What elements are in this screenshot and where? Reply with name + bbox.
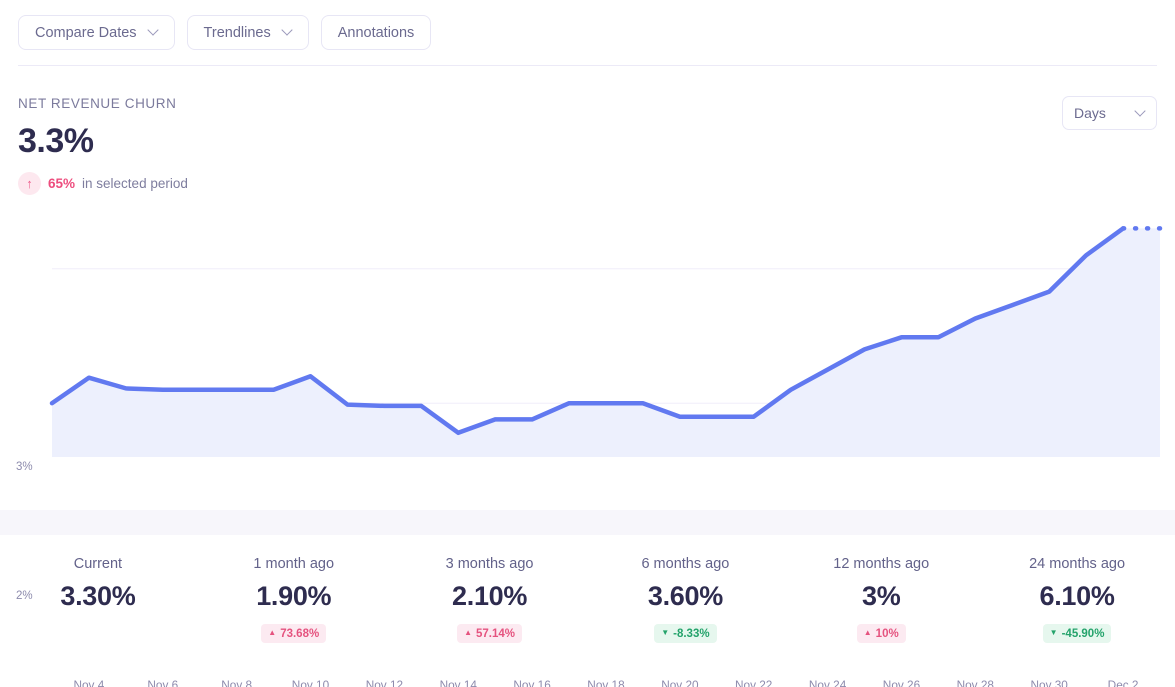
comparison-card-value: 6.10% — [1039, 581, 1115, 611]
comparison-card-label: 3 months ago — [445, 556, 534, 572]
x-axis-tick-label: Nov 6 — [147, 678, 179, 687]
x-axis-tick-label: Nov 24 — [808, 678, 847, 687]
comparison-card: 12 months ago 3% ▲ 10% — [783, 556, 979, 643]
x-axis-tick-label: Nov 30 — [1030, 678, 1068, 687]
metric-title: NET REVENUE CHURN — [18, 96, 177, 111]
metric-delta-period: in selected period — [82, 176, 188, 191]
comparison-card-badge: ▲ 10% — [856, 624, 906, 643]
comparison-card-label: 1 month ago — [253, 556, 335, 572]
x-axis-tick-label: Nov 20 — [661, 678, 699, 687]
x-axis-tick-label: Nov 22 — [734, 678, 773, 687]
comparison-card-label: 24 months ago — [1029, 556, 1126, 572]
chart-area-fill — [52, 228, 1160, 457]
annotations-label: Annotations — [337, 24, 415, 41]
comparison-card-badge-text: -8.33% — [673, 627, 710, 640]
comparison-card-badge: ▼ -45.90% — [1042, 624, 1112, 643]
comparison-card-badge: ▲ 57.14% — [457, 624, 523, 643]
trendlines-label: Trendlines — [203, 24, 271, 41]
x-axis-tick-label: Nov 8 — [221, 678, 253, 687]
metric-delta: ↑ 65% in selected period — [18, 172, 188, 195]
triangle-up-icon: ▲ — [464, 627, 473, 637]
x-axis-tick-label: Nov 12 — [365, 678, 404, 687]
triangle-down-icon: ▼ — [661, 627, 670, 637]
compare-dates-button[interactable]: Compare Dates — [18, 15, 175, 50]
comparison-card-badge-text: -45.90% — [1061, 627, 1105, 640]
x-axis-tick-label: Nov 14 — [439, 678, 477, 687]
comparison-card-badge-text: 73.68% — [280, 627, 320, 640]
comparison-card: Current 3.30% — [0, 556, 196, 643]
x-axis-tick-label: Dec 2 — [1107, 678, 1139, 687]
comparison-card: 3 months ago 2.10% ▲ 57.14% — [392, 556, 588, 643]
compare-dates-label: Compare Dates — [35, 24, 137, 41]
toolbar-divider — [18, 65, 1157, 66]
comparison-card-badge: ▼ -8.33% — [654, 624, 717, 643]
metric-detail-page: Compare Dates Trendlines Annotations NET… — [0, 0, 1175, 687]
trendlines-button[interactable]: Trendlines — [186, 15, 309, 50]
x-axis-tick-label: Nov 16 — [513, 678, 551, 687]
x-axis-labels: Nov 4 Nov 6 Nov 8 Nov 10 Nov 12 Nov 14 Nov 16 N… — [0, 678, 1175, 687]
comparison-card-value: 3.60% — [647, 581, 723, 611]
metric-value: 3.3% — [18, 122, 94, 160]
chevron-down-icon — [283, 26, 292, 35]
comparison-card: 1 month ago 1.90% ▲ 73.68% — [196, 556, 392, 643]
comparison-card-value: 1.90% — [256, 581, 332, 611]
granularity-select[interactable]: Days — [1062, 96, 1157, 130]
section-divider-band — [0, 510, 1175, 535]
comparison-card-badge-text: 57.14% — [476, 627, 516, 640]
comparison-card-badge: ▲ 73.68% — [261, 624, 327, 643]
triangle-up-icon: ▲ — [863, 627, 872, 637]
comparison-card-label: Current — [73, 556, 123, 572]
arrow-up-icon: ↑ — [18, 172, 41, 195]
x-axis-tick-label: Nov 10 — [291, 678, 330, 687]
churn-area-chart[interactable]: 3% 2% Nov 4 Nov 6 Nov 8 Nov 10 Nov 12 Nov 14 N… — [0, 205, 1175, 687]
x-axis-tick-label: Nov 4 — [73, 678, 105, 687]
y-axis-tick-3: 3% — [16, 461, 33, 473]
comparison-card-label: 12 months ago — [833, 556, 930, 572]
comparison-card-value: 3.30% — [60, 581, 136, 611]
metric-delta-percent: 65% — [48, 176, 76, 191]
comparison-card-badge-text: 10% — [875, 627, 899, 640]
chevron-down-icon — [1136, 107, 1145, 116]
granularity-value: Days — [1074, 105, 1106, 121]
x-axis-tick-label: Nov 28 — [956, 678, 994, 687]
comparison-card-value: 3% — [862, 581, 901, 611]
triangle-down-icon: ▼ — [1049, 627, 1058, 637]
annotations-button[interactable]: Annotations — [320, 15, 432, 50]
comparison-card: 24 months ago 6.10% ▼ -45.90% — [979, 556, 1175, 643]
chart-plot-area — [49, 226, 1163, 457]
comparison-card-label: 6 months ago — [641, 556, 730, 572]
x-axis-tick-label: Nov 18 — [587, 678, 625, 687]
triangle-up-icon: ▲ — [268, 627, 277, 637]
x-axis-tick-label: Nov 26 — [882, 678, 921, 687]
chevron-down-icon — [149, 26, 158, 35]
comparison-card-value: 2.10% — [452, 581, 528, 611]
comparison-card: 6 months ago 3.60% ▼ -8.33% — [587, 556, 783, 643]
comparison-cards: Current 3.30% 1 month ago 1.90% ▲ 73.68% 3 mon… — [0, 556, 1175, 643]
chart-toolbar: Compare Dates Trendlines Annotations — [18, 15, 432, 50]
